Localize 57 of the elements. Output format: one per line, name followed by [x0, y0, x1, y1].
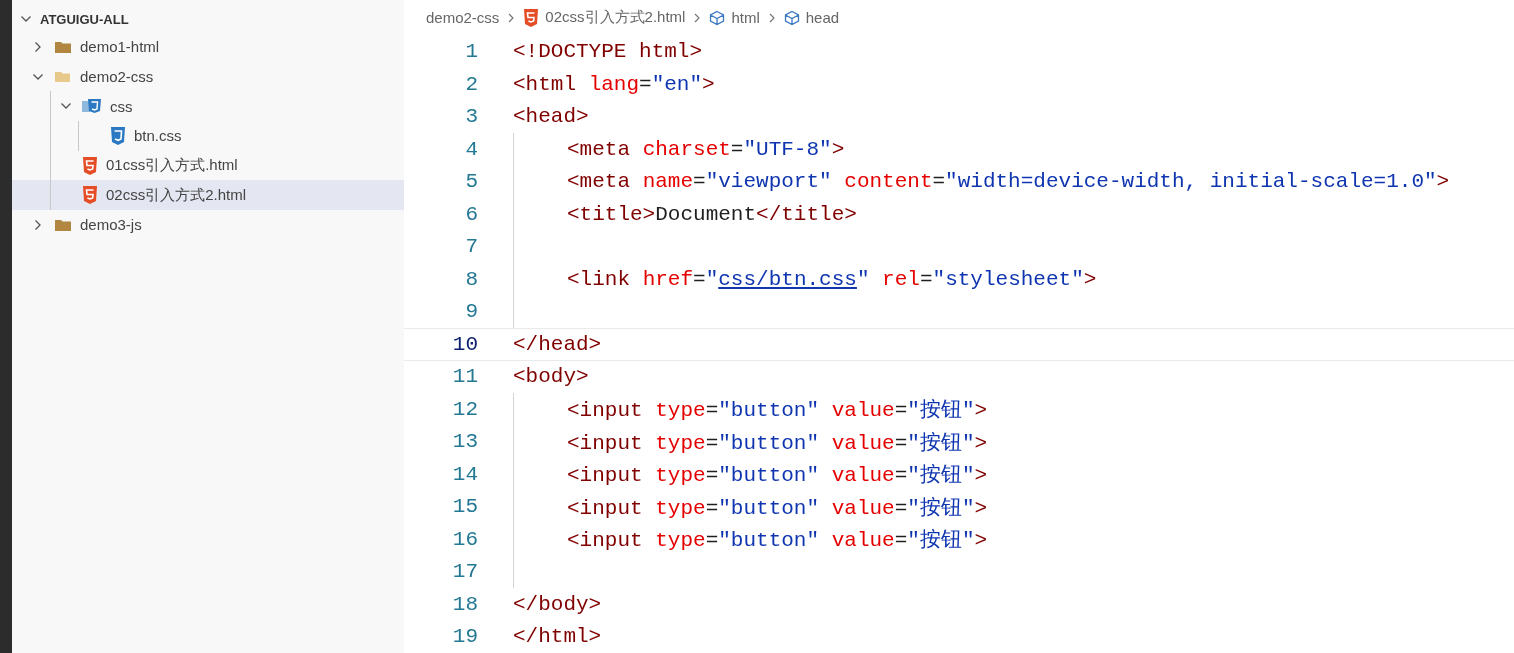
code-line: <!DOCTYPE html> — [513, 40, 703, 64]
line-number: 6 — [464, 202, 478, 226]
code-line: </head> — [513, 332, 602, 356]
code-line: <html lang="en"> — [513, 72, 715, 96]
code-line: </body> — [513, 592, 602, 616]
tree-item[interactable]: demo1-html — [12, 32, 404, 62]
code-line: <input type="button" value="按钮"> — [567, 463, 988, 489]
code-line: <input type="button" value="按钮"> — [567, 430, 988, 456]
line-number: 1 — [464, 40, 478, 64]
line-number: 12 — [451, 397, 478, 421]
code-line: </html> — [513, 625, 602, 649]
code-line: <input type="button" value="按钮"> — [567, 495, 988, 521]
code-line: <meta charset="UTF-8"> — [567, 137, 845, 161]
line-number: 18 — [451, 592, 478, 616]
code-line: <link href="css/btn.css" rel="stylesheet"> — [567, 267, 1097, 291]
breadcrumb-item[interactable]: html — [731, 9, 760, 27]
line-number: 14 — [451, 462, 478, 486]
line-number: 5 — [464, 170, 478, 194]
breadcrumb-item[interactable]: demo2-css — [426, 9, 500, 27]
tree-item[interactable]: css — [12, 91, 404, 122]
open-folder-icon — [54, 69, 72, 84]
explorer-title[interactable]: ATGUIGU-ALL — [40, 11, 129, 27]
line-number: 16 — [451, 527, 478, 551]
css-file-icon — [110, 126, 126, 145]
html5-file-icon — [82, 186, 98, 205]
html5-file-icon — [82, 156, 98, 175]
code-line: <title>Document</title> — [567, 202, 857, 226]
code-line: <input type="button" value="按钮"> — [567, 528, 988, 554]
code-line: <meta name="viewport" content="width=device-width, initial-scale=1.0"> — [567, 170, 1450, 194]
line-number: 3 — [464, 105, 478, 129]
code-line: <body> — [513, 365, 589, 389]
breadcrumb-item[interactable]: head — [805, 9, 840, 27]
html5-file-icon — [523, 8, 540, 27]
line-number: 15 — [451, 495, 478, 519]
tree-item[interactable]: btn.css — [12, 121, 404, 151]
line-number: 7 — [464, 235, 478, 259]
line-number: 8 — [464, 267, 478, 291]
breadcrumb-item[interactable]: 02css引入方式2.html — [545, 8, 686, 28]
line-number: 4 — [464, 137, 478, 161]
cube-icon — [709, 9, 726, 26]
cube-icon — [783, 9, 800, 26]
tree-item[interactable]: demo3-js — [12, 210, 404, 240]
tree-item[interactable]: demo2-css — [12, 61, 404, 92]
line-number: 9 — [464, 300, 478, 324]
code-line: <head> — [513, 105, 589, 129]
line-number: 11 — [451, 365, 478, 389]
css-folder-icon — [82, 98, 102, 115]
line-number: 10 — [451, 332, 478, 356]
tree-item[interactable]: 01css引入方式.html — [12, 150, 404, 181]
folder-icon — [54, 39, 72, 54]
code-line: <input type="button" value="按钮"> — [567, 398, 988, 424]
folder-icon — [54, 217, 72, 232]
line-number: 13 — [451, 430, 478, 454]
tree-item[interactable]: 02css引入方式2.html — [12, 180, 404, 211]
line-number: 2 — [464, 72, 478, 96]
line-number: 19 — [451, 625, 478, 649]
line-number: 17 — [451, 560, 478, 584]
